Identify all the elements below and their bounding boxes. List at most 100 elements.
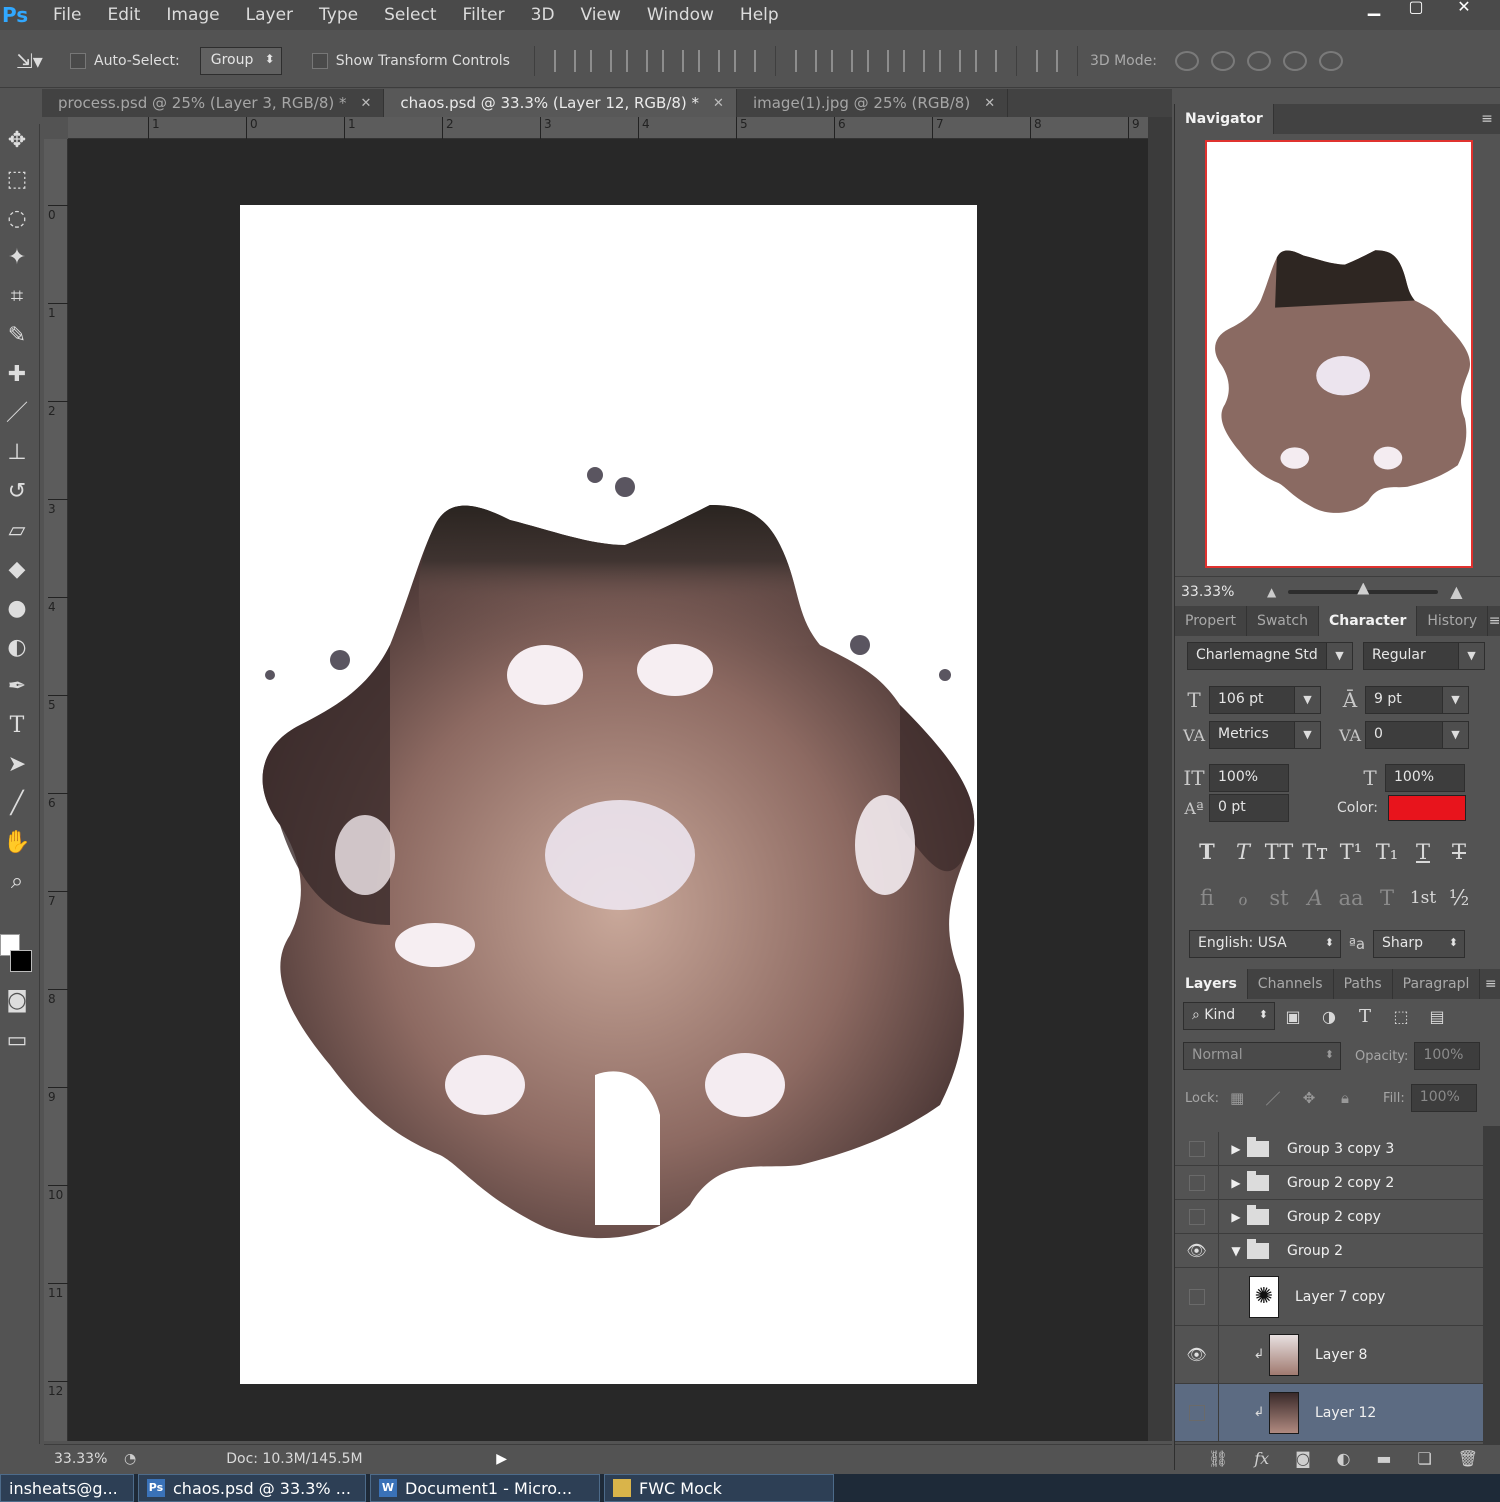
visibility-toggle[interactable] [1175,1268,1219,1325]
tab-history[interactable]: History [1417,606,1489,636]
layer-row[interactable]: ▶ Group 2 copy [1175,1200,1500,1234]
opacity-field[interactable]: 100% [1414,1042,1481,1070]
text-color-swatch[interactable] [1388,795,1467,821]
lock-transparent-icon[interactable]: ▦ [1219,1089,1255,1107]
expand-arrow-icon[interactable]: ▶ [1225,1142,1247,1156]
zoom-slider-knob[interactable] [1357,582,1370,595]
link-layers-icon[interactable]: ⛓ [1208,1449,1228,1468]
crop-tool-icon[interactable]: ⌗ [0,280,34,314]
tab-channels[interactable]: Channels [1248,969,1334,999]
small-caps-button[interactable]: Tт [1297,840,1333,864]
blur-tool-icon[interactable]: ● [0,592,34,626]
add-mask-icon[interactable]: ◙ [1295,1449,1311,1468]
chevron-down-icon[interactable]: ▼ [1294,687,1320,713]
paint-bucket-tool-icon[interactable]: ◆ [0,553,34,587]
chevron-down-icon[interactable]: ▼ [1458,643,1484,669]
layer-row[interactable]: 👁︎ ↲ Layer 8 [1175,1326,1500,1384]
status-zoom[interactable]: 33.33% [44,1451,114,1467]
tab-process-psd[interactable]: process.psd @ 25% (Layer 3, RGB/8) * ✕ [42,89,385,117]
layer-row[interactable]: ▶ Group 2 copy 2 [1175,1166,1500,1200]
align-bottom-icon[interactable] [625,49,648,72]
tracking-field[interactable]: 0 ▼ [1365,721,1469,749]
layer-filter-select[interactable]: ⌕ Kind ⬍ [1183,1002,1275,1030]
antialias-select[interactable]: Sharp ⬍ [1373,930,1465,958]
lock-image-icon[interactable]: ／ [1255,1088,1291,1109]
distribute-top-icon[interactable] [794,49,817,72]
show-transform-checkbox[interactable] [311,52,328,69]
baseline-shift-field[interactable]: 0 pt [1209,794,1289,822]
hand-tool-icon[interactable]: ✋ [0,826,34,860]
menu-filter[interactable]: Filter [450,5,518,25]
font-size-field[interactable]: 106 pt ▼ [1209,686,1321,714]
taskbar-item[interactable]: insheats@g... [0,1474,134,1502]
underline-button[interactable]: T [1405,840,1441,864]
menu-select[interactable]: Select [371,5,449,25]
menu-window[interactable]: Window [634,5,727,25]
vertical-scale-field[interactable]: 100% [1209,764,1289,792]
layer-row[interactable]: ▶ Group 3 copy 3 [1175,1132,1500,1166]
tab-character[interactable]: Character [1318,606,1418,636]
dodge-tool-icon[interactable]: ◐ [0,631,34,665]
layer-row-selected[interactable]: ↲ Layer 12 [1175,1384,1500,1442]
titling-alternates-button[interactable]: T [1369,886,1405,910]
leading-field[interactable]: 9 pt ▼ [1365,686,1469,714]
close-icon[interactable]: ✕ [984,96,995,111]
layer-name[interactable]: Group 2 copy 2 [1287,1175,1394,1191]
align-hcenter-icon[interactable] [697,49,720,72]
eyedropper-tool-icon[interactable]: ✎ [0,319,34,353]
layer-name[interactable]: Group 2 copy [1287,1209,1381,1225]
zoom-out-icon[interactable]: ▲ [1267,585,1276,599]
taskbar-item-word[interactable]: W Document1 - Micro... [370,1474,600,1502]
language-select[interactable]: English: USA ⬍ [1189,930,1341,958]
menu-image[interactable]: Image [153,5,232,25]
filter-smart-object-icon[interactable]: ▤ [1419,1007,1455,1026]
3d-slide-icon[interactable] [1282,50,1307,71]
lock-position-icon[interactable]: ✥ [1291,1089,1327,1107]
move-tool-icon[interactable]: ✥ [0,124,34,158]
chevron-down-icon[interactable]: ▼ [1442,722,1468,748]
superscript-button[interactable]: T¹ [1333,840,1369,864]
horizontal-scale-field[interactable]: 100% [1385,764,1465,792]
auto-select-checkbox[interactable] [70,52,86,69]
zoom-slider[interactable] [1288,582,1439,595]
background-color-swatch[interactable] [10,950,32,972]
visibility-toggle[interactable] [1175,1384,1219,1441]
old-style-button[interactable]: ℴ [1225,886,1261,910]
strikethrough-button[interactable]: T [1441,840,1477,864]
panel-menu-icon[interactable]: ≡ [1488,606,1500,636]
eraser-tool-icon[interactable]: ▱ [0,514,34,548]
menu-help[interactable]: Help [727,5,792,25]
panel-menu-icon[interactable]: ≡ [1474,104,1500,134]
filter-adjustment-icon[interactable]: ◑ [1311,1007,1347,1026]
layer-name[interactable]: Group 2 [1287,1243,1343,1259]
lasso-tool-icon[interactable]: ◌ [0,202,34,236]
tab-properties[interactable]: Propert [1175,606,1247,636]
align-vcenter-icon[interactable] [589,49,612,72]
menu-3d[interactable]: 3D [518,5,568,25]
zoom-tool-icon[interactable]: ⌕ [0,865,34,899]
font-style-select[interactable]: Regular ▼ [1363,642,1485,670]
menu-view[interactable]: View [568,5,634,25]
collapse-arrow-icon[interactable]: ▼ [1225,1244,1247,1258]
align-top-icon[interactable] [553,49,576,72]
menu-file[interactable]: File [40,5,94,25]
canvas-scrollbar[interactable] [1148,117,1172,1441]
lock-all-icon[interactable]: 🔒︎ [1327,1089,1363,1107]
chevron-down-icon[interactable]: ▼ [1294,722,1320,748]
filter-pixel-icon[interactable]: ▣ [1275,1007,1311,1026]
chevron-down-icon[interactable]: ▼ [1326,643,1352,669]
distribute-left-icon[interactable] [902,49,925,72]
align-left-icon[interactable] [661,49,684,72]
menu-edit[interactable]: Edit [94,5,153,25]
magic-wand-tool-icon[interactable]: ✦ [0,241,34,275]
close-icon[interactable]: ✕ [713,96,724,111]
minimize-button[interactable]: ▁ [1354,0,1394,18]
fx-icon[interactable]: fx [1254,1449,1269,1468]
auto-align-icon[interactable] [1035,49,1058,72]
tab-image-jpg[interactable]: image(1).jpg @ 25% (RGB/8) ✕ [737,89,1009,117]
visibility-toggle[interactable] [1175,1166,1219,1199]
pen-tool-icon[interactable]: ✒ [0,670,34,704]
layers-scrollbar[interactable] [1483,1126,1500,1444]
visibility-toggle[interactable]: 👁︎ [1175,1326,1219,1383]
type-tool-icon[interactable]: T [0,709,34,743]
